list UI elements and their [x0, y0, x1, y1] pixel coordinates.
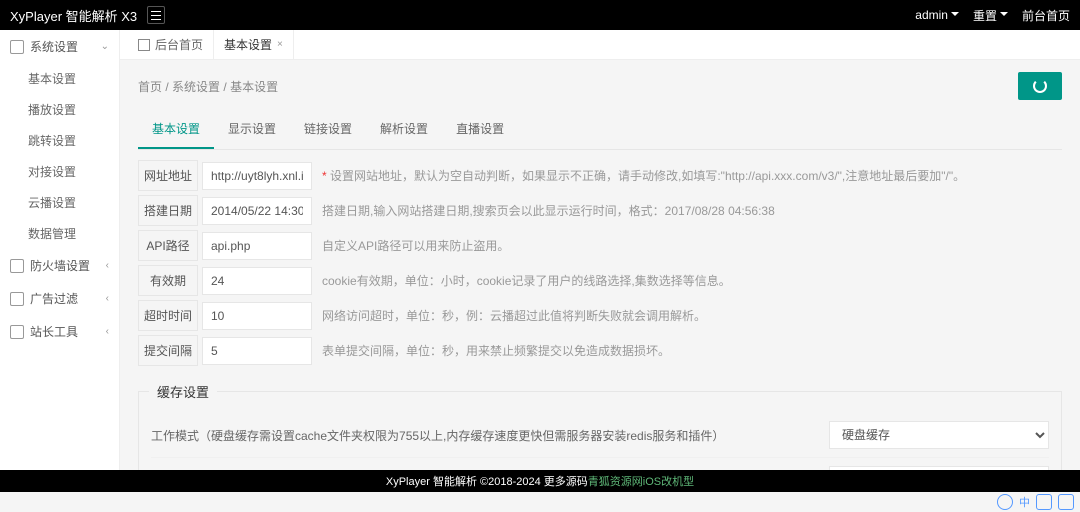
sidebar-group-adfilter[interactable]: 广告过滤 ‹	[0, 282, 119, 315]
wrench-icon	[10, 325, 24, 339]
site-url-input[interactable]	[202, 162, 312, 190]
inner-tab-parse[interactable]: 解析设置	[366, 110, 442, 149]
shield-icon	[10, 259, 24, 273]
sidebar-item-api[interactable]: 对接设置	[0, 156, 119, 187]
cache-mode-row: 工作模式（硬盘缓存需设置cache文件夹权限为755以上,内存缓存速度更快但需服…	[151, 413, 1049, 458]
caret-down-icon	[951, 12, 959, 20]
top-bar: XyPlayer 智能解析 X3 admin 重置 前台首页	[0, 0, 1080, 30]
tool-lang[interactable]: 中	[1019, 494, 1030, 510]
filter-icon	[10, 292, 24, 306]
inner-tab-live[interactable]: 直播设置	[442, 110, 518, 149]
inner-tab-link[interactable]: 链接设置	[290, 110, 366, 149]
row-timeout: 超时时间 网络访问超时，单位：秒，例：云播超过此值将判断失败就会调用解析。	[138, 300, 1062, 331]
api-path-input[interactable]	[202, 232, 312, 260]
sidebar-group-webmaster[interactable]: 站长工具 ‹	[0, 315, 119, 348]
tool-smile-icon[interactable]	[997, 494, 1013, 510]
cache-mode-select[interactable]: 硬盘缓存	[829, 421, 1049, 449]
basic-form: 网址地址 * 设置网站地址，默认为空自动判断，如果显示不正确，请手动修改,如填写…	[138, 160, 1062, 366]
home-icon	[138, 39, 150, 51]
footer-link[interactable]: 青狐资源网iOS改机型	[588, 476, 694, 488]
sidebar-group-system[interactable]: 系统设置 ⌄	[0, 30, 119, 63]
timeout-input[interactable]	[202, 302, 312, 330]
sidebar-item-play[interactable]: 播放设置	[0, 94, 119, 125]
tab-basic-settings[interactable]: 基本设置 ×	[214, 30, 294, 60]
footer: XyPlayer 智能解析 ©2018-2024 更多源码青狐资源网iOS改机型	[0, 470, 1080, 492]
content-area: 后台首页 基本设置 × 首页 / 系统设置 / 基本设置	[120, 30, 1080, 492]
row-build-date: 搭建日期 搭建日期,输入网站搭建日期,搜索页会以此显示运行时间，格式：2017/…	[138, 195, 1062, 226]
cache-legend: 缓存设置	[149, 380, 217, 403]
inner-tabs: 基本设置 显示设置 链接设置 解析设置 直播设置	[138, 110, 1062, 150]
top-bar-right: admin 重置 前台首页	[915, 7, 1070, 24]
sidebar-item-basic[interactable]: 基本设置	[0, 63, 119, 94]
build-date-input[interactable]	[202, 197, 312, 225]
hamburger-icon[interactable]	[147, 6, 165, 24]
inner-tab-basic[interactable]: 基本设置	[138, 110, 214, 149]
reset-menu[interactable]: 重置	[973, 7, 1008, 24]
row-site-url: 网址地址 * 设置网站地址，默认为空自动判断，如果显示不正确，请手动修改,如填写…	[138, 160, 1062, 191]
chevron-left-icon: ‹	[106, 326, 109, 337]
tab-home[interactable]: 后台首页	[128, 30, 214, 60]
caret-down-icon	[1000, 12, 1008, 20]
valid-period-input[interactable]	[202, 267, 312, 295]
close-icon[interactable]: ×	[277, 39, 283, 50]
page-body: 首页 / 系统设置 / 基本设置 基本设置 显示设置 链接设置 解析设置 直播设…	[120, 60, 1080, 492]
inner-tab-display[interactable]: 显示设置	[214, 110, 290, 149]
front-home-link[interactable]: 前台首页	[1022, 7, 1070, 24]
sidebar: 系统设置 ⌄ 基本设置 播放设置 跳转设置 对接设置 云播设置 数据管理 防火墙…	[0, 30, 120, 492]
submit-interval-input[interactable]	[202, 337, 312, 365]
user-menu[interactable]: admin	[915, 8, 959, 22]
brand-title: XyPlayer 智能解析 X3	[10, 6, 137, 25]
tool-expand-icon[interactable]	[1036, 494, 1052, 510]
row-submit-interval: 提交间隔 表单提交间隔，单位：秒，用来禁止频繁提交以免造成数据损坏。	[138, 335, 1062, 366]
row-valid-period: 有效期 cookie有效期，单位：小时，cookie记录了用户的线路选择,集数选…	[138, 265, 1062, 296]
floating-tools: 中	[997, 494, 1074, 510]
chevron-down-icon: ⌄	[101, 41, 109, 52]
sidebar-group-firewall[interactable]: 防火墙设置 ‹	[0, 249, 119, 282]
tool-grid-icon[interactable]	[1058, 494, 1074, 510]
page-tabs: 后台首页 基本设置 ×	[120, 30, 1080, 60]
gear-icon	[10, 40, 24, 54]
top-bar-left: XyPlayer 智能解析 X3	[10, 6, 165, 25]
sidebar-item-redirect[interactable]: 跳转设置	[0, 125, 119, 156]
sidebar-item-data[interactable]: 数据管理	[0, 218, 119, 249]
refresh-button[interactable]	[1018, 72, 1062, 100]
sidebar-item-cloud[interactable]: 云播设置	[0, 187, 119, 218]
chevron-left-icon: ‹	[106, 293, 109, 304]
refresh-icon	[1033, 79, 1047, 93]
breadcrumb: 首页 / 系统设置 / 基本设置	[138, 72, 1062, 100]
row-api-path: API路径 自定义API路径可以用来防止盗用。	[138, 230, 1062, 261]
chevron-left-icon: ‹	[106, 260, 109, 271]
